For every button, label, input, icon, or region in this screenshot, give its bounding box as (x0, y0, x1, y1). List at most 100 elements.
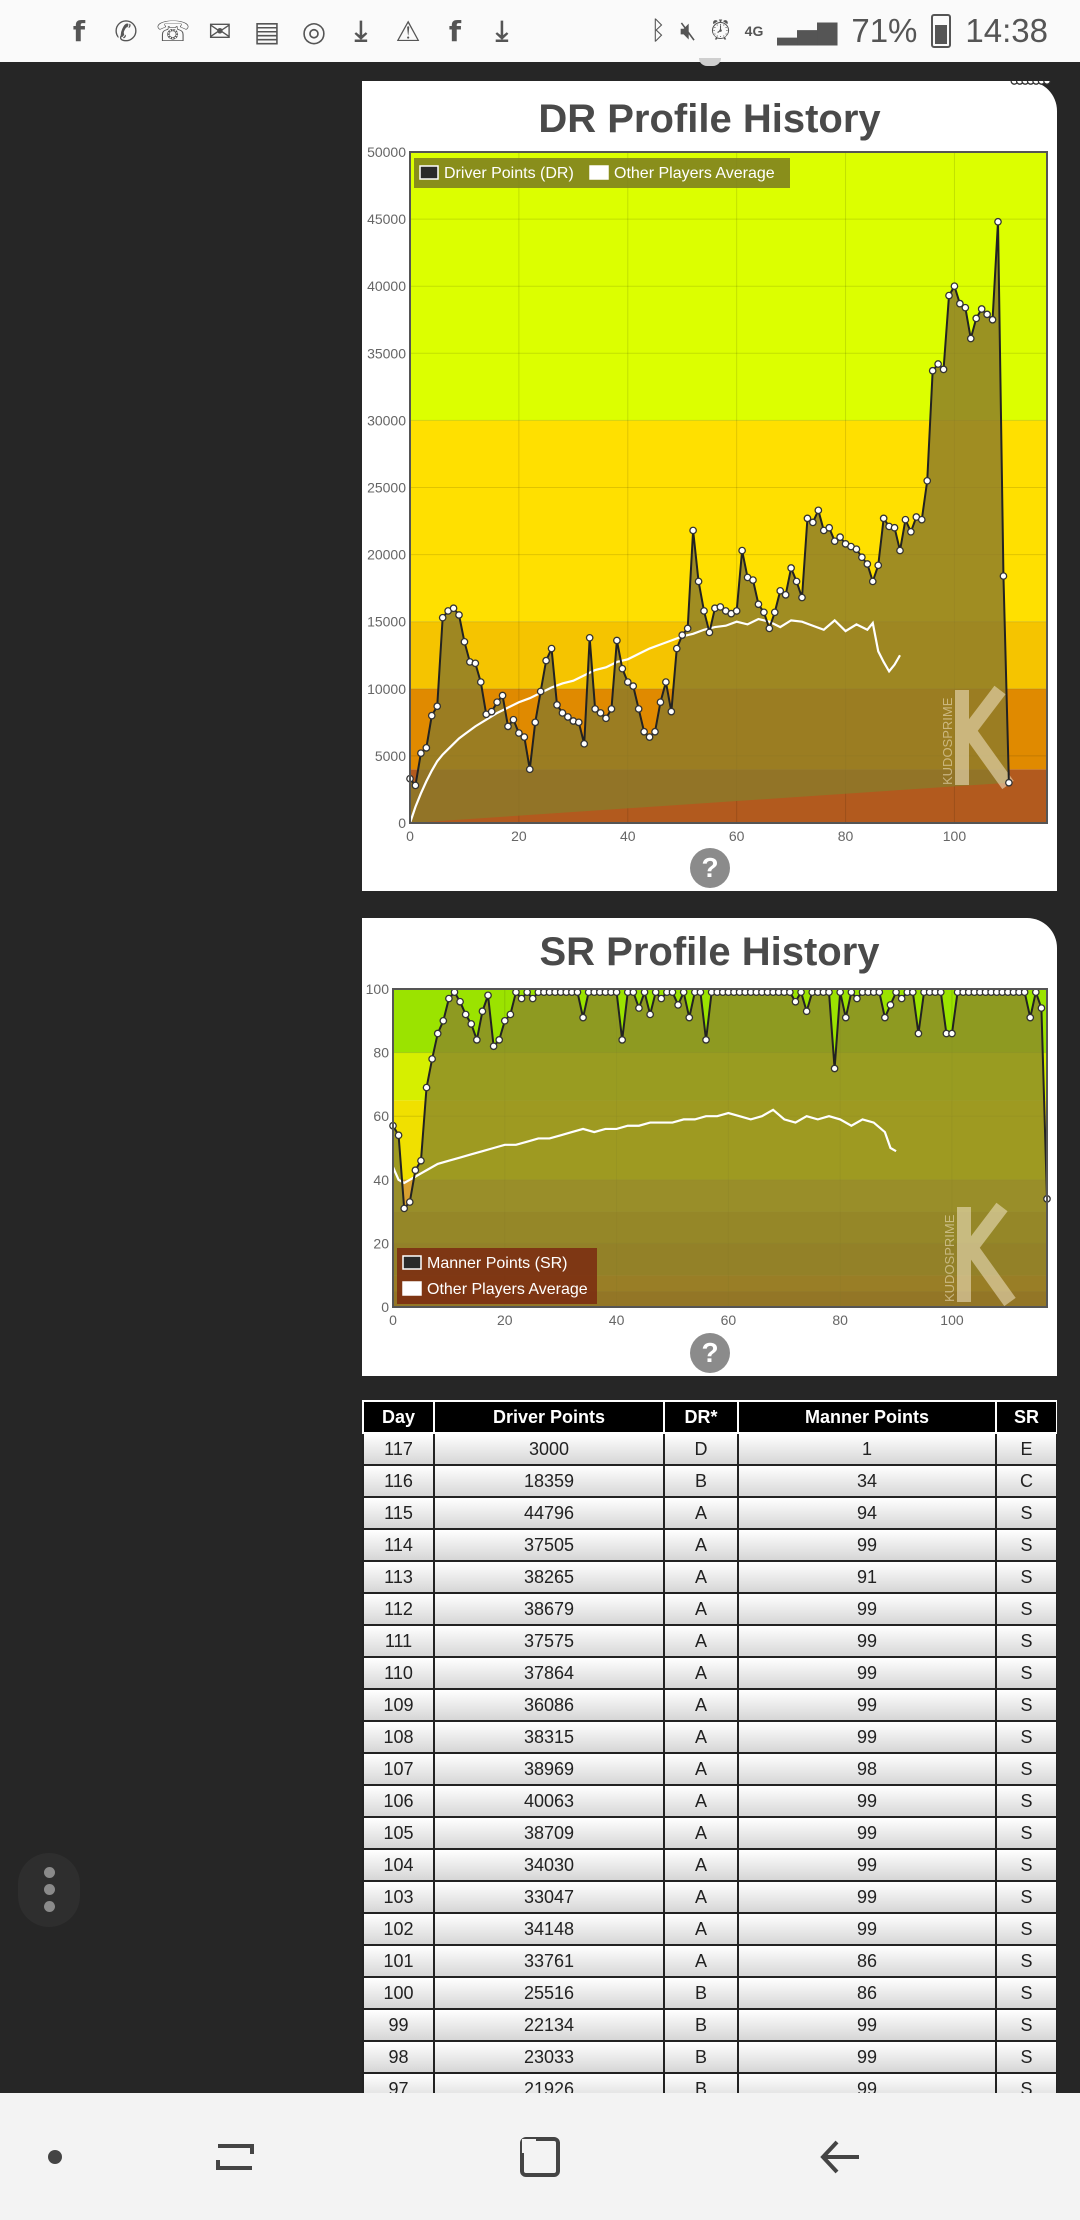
manner-points-cell: 99 (737, 2040, 997, 2074)
data-point (428, 1055, 436, 1063)
back-button[interactable] (800, 2093, 880, 2220)
driver-points-cell: 21926 (433, 2072, 665, 2093)
col-header-day[interactable]: Day (362, 1400, 435, 1434)
sr-profile-card: SR Profile History KUDOSPRIME 0 20 40 60 80 10… (362, 918, 1057, 1376)
col-header-manner-points[interactable]: Manner Points (737, 1400, 997, 1434)
day-cell: 110 (362, 1656, 435, 1690)
dr-cell: A (663, 1720, 739, 1754)
dr-cell: A (663, 1528, 739, 1562)
data-point (596, 709, 605, 717)
data-point (825, 523, 834, 532)
driver-points-cell: 36086 (433, 1688, 665, 1722)
data-point (405, 1198, 414, 1206)
recent-apps-button[interactable] (195, 2093, 275, 2220)
manner-points-cell: 1 (737, 1432, 997, 1466)
nav-dot-button[interactable] (20, 2093, 90, 2220)
data-point (858, 553, 866, 562)
manner-points-cell: 99 (737, 1784, 997, 1818)
driver-points-cell: 3000 (433, 1432, 665, 1466)
day-cell: 102 (362, 1912, 435, 1946)
more-options-button[interactable] (18, 1853, 80, 1927)
data-point (525, 765, 534, 774)
data-point (433, 1029, 442, 1038)
col-header-sr[interactable]: SR (995, 1400, 1057, 1434)
data-point (520, 733, 529, 741)
bluetooth-icon: ᛒ (650, 16, 666, 46)
data-point (853, 994, 861, 1003)
driver-points-cell: 37864 (433, 1656, 665, 1690)
driver-points-cell: 38969 (433, 1752, 665, 1786)
dr-help-button[interactable]: ? (690, 848, 730, 888)
y-tick-label: 15000 (367, 614, 406, 630)
sr-cell: S (995, 1720, 1057, 1754)
manner-points-cell: 99 (737, 1688, 997, 1722)
data-point (542, 656, 550, 665)
data-point (781, 591, 790, 599)
data-point (536, 687, 545, 696)
sr-help-button[interactable]: ? (690, 1333, 730, 1373)
y-tick-label: 40 (373, 1172, 389, 1188)
facebook-icon: f (72, 14, 86, 48)
driver-points-cell: 40063 (433, 1784, 665, 1818)
col-header-dr[interactable]: DR* (663, 1400, 739, 1434)
history-table: Day Driver Points DR* Manner Points SR 1… (362, 1400, 1057, 2093)
data-point (618, 1036, 627, 1044)
table-header-row: Day Driver Points DR* Manner Points SR (362, 1400, 1057, 1434)
gmail-icon: ✉ (208, 14, 232, 48)
data-point (579, 1013, 587, 1022)
battery-icon (931, 14, 952, 48)
legend-swatch-average (589, 165, 609, 180)
x-tick-label: 0 (406, 828, 414, 841)
data-point (791, 997, 800, 1006)
data-point (1026, 1013, 1035, 1022)
sr-cell: C (995, 1464, 1057, 1498)
table-row: 104 34030 A 99 S (362, 1848, 1057, 1882)
x-tick-label: 60 (721, 1312, 737, 1328)
data-point (852, 545, 861, 554)
data-point (500, 1016, 509, 1025)
data-point (841, 1013, 850, 1022)
col-header-driver-points[interactable]: Driver Points (433, 1400, 665, 1434)
dr-cell: B (663, 1464, 739, 1498)
whatsapp-icon: ✆ (114, 14, 138, 48)
table-row: 98 23033 B 99 S (362, 2040, 1057, 2074)
data-point (553, 701, 561, 709)
home-button[interactable] (500, 2093, 580, 2220)
manner-points-cell: 99 (737, 2008, 997, 2042)
dr-cell: A (663, 1816, 739, 1850)
dr-cell: A (663, 1752, 739, 1786)
day-cell: 114 (362, 1528, 435, 1562)
manner-points-cell: 86 (737, 1944, 997, 1978)
data-point (498, 691, 507, 700)
sr-cell: S (995, 2008, 1057, 2042)
x-tick-label: 40 (609, 1312, 625, 1328)
legend-label: Driver Points (DR) (444, 165, 574, 182)
data-point (765, 624, 774, 633)
data-point (700, 607, 708, 615)
data-point (836, 533, 844, 542)
data-point (433, 702, 442, 711)
data-point (928, 366, 937, 375)
dr-cell: A (663, 1656, 739, 1690)
back-arrow-icon (820, 2140, 859, 2173)
driver-points-cell: 18359 (433, 1464, 665, 1498)
table-row: 108 38315 A 99 S (362, 1720, 1057, 1754)
data-point (411, 1166, 420, 1175)
data-point (738, 546, 746, 555)
sr-cell: S (995, 2072, 1057, 2093)
data-point (531, 718, 540, 727)
data-point (400, 1204, 409, 1213)
dr-cell: A (663, 1944, 739, 1978)
table-row: 116 18359 B 34 C (362, 1464, 1057, 1498)
data-point (863, 560, 872, 568)
day-cell: 100 (362, 1976, 435, 2010)
day-cell: 113 (362, 1560, 435, 1594)
driver-points-cell: 37505 (433, 1528, 665, 1562)
sr-cell: S (995, 1784, 1057, 1818)
sr-cell: S (995, 1912, 1057, 1946)
network-type: 4G (744, 23, 764, 39)
table-row: 109 36086 A 99 S (362, 1688, 1057, 1722)
table-row: 115 44796 A 94 S (362, 1496, 1057, 1530)
legend-swatch-average (402, 1281, 422, 1296)
sr-cell: S (995, 1656, 1057, 1690)
